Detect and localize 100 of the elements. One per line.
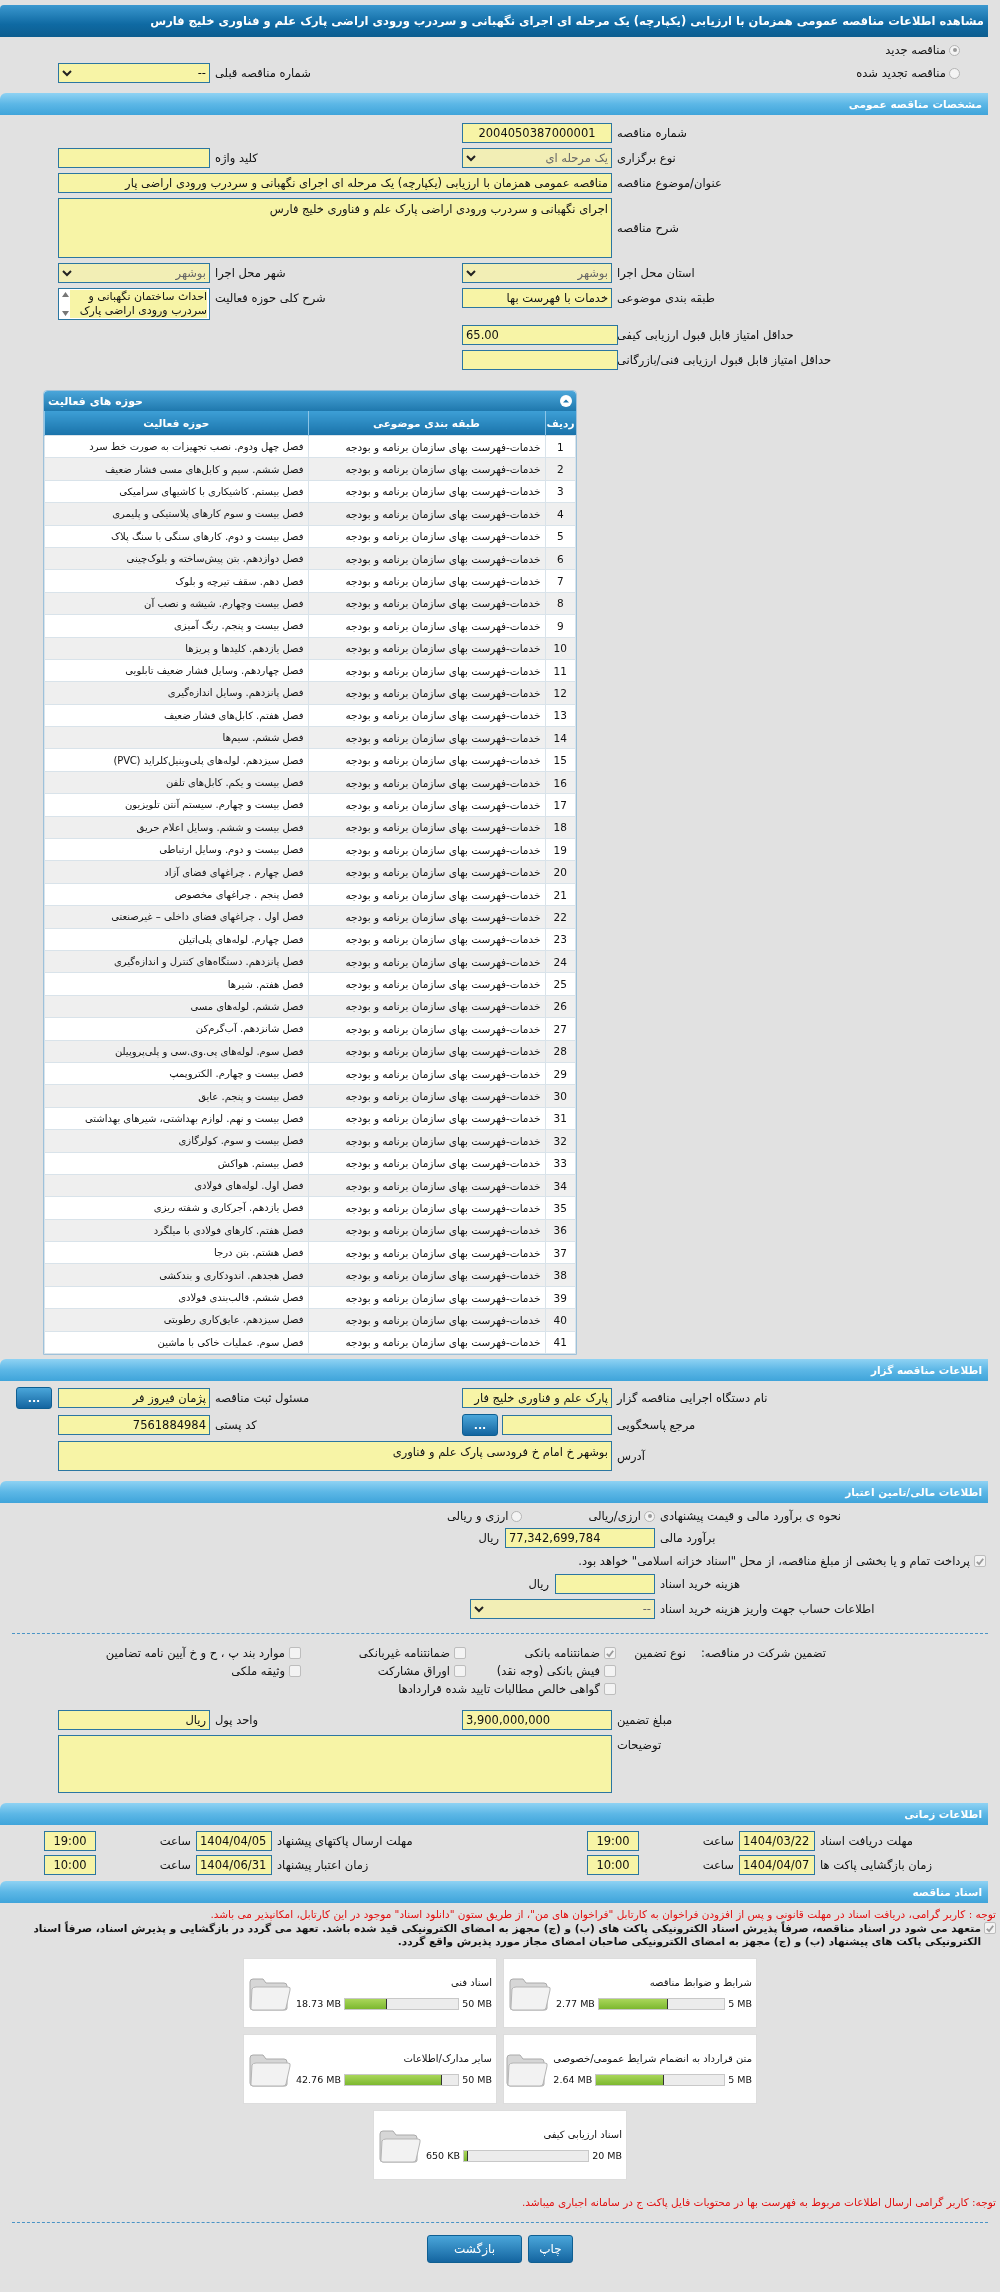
date-field[interactable]: 1404/04/07 — [739, 1855, 815, 1875]
radio-icon[interactable] — [644, 1510, 655, 1522]
text-field[interactable]: 3,900,000,000 — [462, 1710, 612, 1730]
table-cell: فصل سیزدهم. عایق‌کاری رطوبتی — [44, 1308, 308, 1332]
text-field[interactable]: 77,342,699,784 — [505, 1528, 655, 1548]
table-cell: فصل بیست و سوم. کولرگازی — [44, 1129, 308, 1152]
text-field[interactable]: پارک علم و فناوری خلیج فار — [462, 1388, 612, 1408]
table-cell: خدمات-فهرست بهای سازمان برنامه و بودجه — [308, 1196, 545, 1220]
file-name: متن قرارداد به انضمام شرایط عمومی/خصوصی — [553, 2052, 752, 2064]
table-cell: خدمات-فهرست بهای سازمان برنامه و بودجه — [308, 1062, 545, 1085]
size-used: 650 KB — [426, 2150, 460, 2161]
unit-label: ریال — [528, 1577, 549, 1591]
lookup-button[interactable]: ... — [16, 1387, 52, 1409]
field-label: نحوه ی برآورد مالی و قیمت پیشنهادی — [659, 1509, 842, 1523]
time-field[interactable]: 10:00 — [44, 1855, 96, 1875]
table-cell: 33 — [545, 1152, 576, 1175]
table-cell: 6 — [545, 547, 576, 570]
dropdown[interactable]: یک مرحله ای — [462, 148, 612, 168]
commitment-text: متعهد می شود در اسناد مناقصه، صرفاً پذیرش اسناد الکترونیکی پاکت های (ب) و (ج) مجهز به امضای الکترونیکی قید شده باشد. تعهد می گردد در بازگشایی و پذیرش اسناد، صرفاً اسناد الکترونیکی پاکت های پیشنهاد (ب) و (ج) مجهز به امضای الکترونیکی صاحبان امضای مجاز مورد پذیرش واقع گردد. — [32, 1922, 981, 1948]
radio-icon[interactable] — [949, 67, 960, 79]
text-field[interactable]: 2004050387000001 — [462, 123, 612, 143]
text-field[interactable]: پژمان فیروز فر — [58, 1388, 210, 1408]
time-field[interactable]: 19:00 — [587, 1831, 639, 1851]
text-field[interactable] — [555, 1574, 655, 1594]
radio-icon[interactable] — [511, 1510, 523, 1522]
field-label: کد پستی — [214, 1418, 257, 1432]
text-field[interactable] — [502, 1415, 612, 1435]
checkbox-label: گواهی خالص مطالبات تایید شده قراردادها — [398, 1682, 600, 1696]
table-cell: فصل یازدهم. آجرکاری و شفته ریزی — [44, 1196, 308, 1220]
text-field[interactable] — [58, 148, 210, 168]
checkbox-label: موارد بند پ ، ح و خ آیین نامه تضامین — [105, 1646, 285, 1660]
checkbox[interactable] — [974, 1555, 986, 1567]
text-area[interactable]: بوشهر خ امام خ فرودسی پارک علم و فناوری — [58, 1441, 612, 1471]
table-cell: 36 — [545, 1219, 576, 1242]
radio-option[interactable]: ارزی/ریالی — [588, 1509, 655, 1523]
checkbox[interactable] — [454, 1647, 466, 1659]
table-cell: 13 — [545, 704, 576, 727]
time-field[interactable]: 19:00 — [44, 1831, 96, 1851]
checkbox-label: اوراق مشارکت — [377, 1664, 450, 1678]
text-field[interactable]: مناقصه عمومی همزمان با ارزیابی (یکپارچه) یک مرحله ای اجرای نگهبانی و سردرب ورودی اراضی پار — [58, 173, 612, 193]
text-field[interactable]: 7561884984 — [58, 1415, 210, 1435]
table-cell: 22 — [545, 905, 576, 929]
table-cell: فصل بیستم. هواکش — [44, 1152, 308, 1175]
table-cell: 3 — [545, 480, 576, 503]
action-button[interactable]: چاپ — [528, 2235, 573, 2263]
table-cell: 15 — [545, 748, 576, 772]
checkbox[interactable] — [604, 1647, 616, 1659]
action-button[interactable]: بازگشت — [427, 2235, 522, 2263]
checkbox[interactable] — [984, 1922, 996, 1934]
table-cell: 23 — [545, 928, 576, 951]
table-cell: 21 — [545, 883, 576, 906]
field-label: استان محل اجرا — [616, 266, 695, 280]
table-cell: 12 — [545, 681, 576, 705]
table-cell: فصل سیزدهم. لوله‌های پلی‌وینیل‌کلراید (PVC) — [44, 748, 308, 772]
table-cell: 1 — [545, 435, 576, 458]
text-field[interactable] — [462, 350, 618, 370]
field-label: مهلت ارسال پاکتهای پیشنهاد — [276, 1834, 413, 1848]
text-field[interactable]: 65.00 — [462, 325, 618, 345]
file-name: اسناد ارزیابی کیفی — [542, 2128, 622, 2140]
time-field[interactable]: 10:00 — [587, 1855, 639, 1875]
table-cell: خدمات-فهرست بهای سازمان برنامه و بودجه — [308, 972, 545, 996]
list-box[interactable]: احداث ساختمان نگهبانی و سردرب ورودی اراضی پارک — [58, 288, 210, 320]
checkbox[interactable] — [604, 1665, 616, 1677]
table-cell: فصل چهل ودوم. نصب تجهیزات به صورت خط سرد — [44, 435, 308, 458]
field-label: ساعت — [158, 1858, 192, 1872]
table-cell: 10 — [545, 637, 576, 660]
text-area[interactable]: اجرای نگهبانی و سردرب ورودی اراضی پارک علم و فناوری خلیج فارس — [58, 198, 612, 258]
table-cell: خدمات-فهرست بهای سازمان برنامه و بودجه — [308, 726, 545, 749]
lookup-button[interactable]: ... — [462, 1414, 498, 1436]
field-label: شرح مناقصه — [616, 221, 679, 235]
table-cell: فصل بیست و چهارم. الکتروپمپ — [44, 1062, 308, 1085]
text-area[interactable] — [58, 1735, 612, 1793]
date-field[interactable]: 1404/04/05 — [196, 1831, 272, 1851]
checkbox[interactable] — [604, 1683, 616, 1695]
radio-icon[interactable] — [949, 44, 960, 56]
radio-label: مناقصه تجدید شده — [856, 66, 946, 80]
size-limit: 50 MB — [462, 2074, 492, 2085]
dropdown[interactable]: بوشهر — [58, 263, 210, 283]
table-cell: خدمات-فهرست بهای سازمان برنامه و بودجه — [308, 1286, 545, 1309]
text-field[interactable]: ریال — [58, 1710, 210, 1730]
text-field[interactable]: خدمات با فهرست بها — [462, 288, 612, 308]
radio-option[interactable]: مناقصه تجدید شده — [856, 66, 1000, 80]
radio-option[interactable]: مناقصه جدید — [885, 43, 1000, 57]
dropdown[interactable]: -- — [58, 63, 210, 83]
table-cell: فصل بیست و سوم کارهای پلاستیکی و پلیمری — [44, 502, 308, 526]
date-field[interactable]: 1404/03/22 — [739, 1831, 815, 1851]
checkbox[interactable] — [289, 1665, 301, 1677]
table-cell: 27 — [545, 1017, 576, 1041]
radio-option[interactable]: ارزی و ریالی — [446, 1509, 523, 1523]
checkbox[interactable] — [454, 1665, 466, 1677]
section-header: مشخصات مناقصه عمومی — [0, 93, 988, 115]
table-cell: فصل بیست وچهارم. شیشه و نصب آن — [44, 592, 308, 615]
table-cell: خدمات-فهرست بهای سازمان برنامه و بودجه — [308, 838, 545, 861]
date-field[interactable]: 1404/06/31 — [196, 1855, 272, 1875]
collapse-icon[interactable] — [560, 395, 572, 407]
dropdown[interactable]: بوشهر — [462, 263, 612, 283]
dropdown[interactable]: -- — [470, 1599, 655, 1619]
checkbox[interactable] — [289, 1647, 301, 1659]
panel-title: حوزه های فعالیت — [48, 394, 143, 408]
table-cell: فصل دوازدهم. بتن پیش‌ساخته و بلوک‌چینی — [44, 547, 308, 570]
